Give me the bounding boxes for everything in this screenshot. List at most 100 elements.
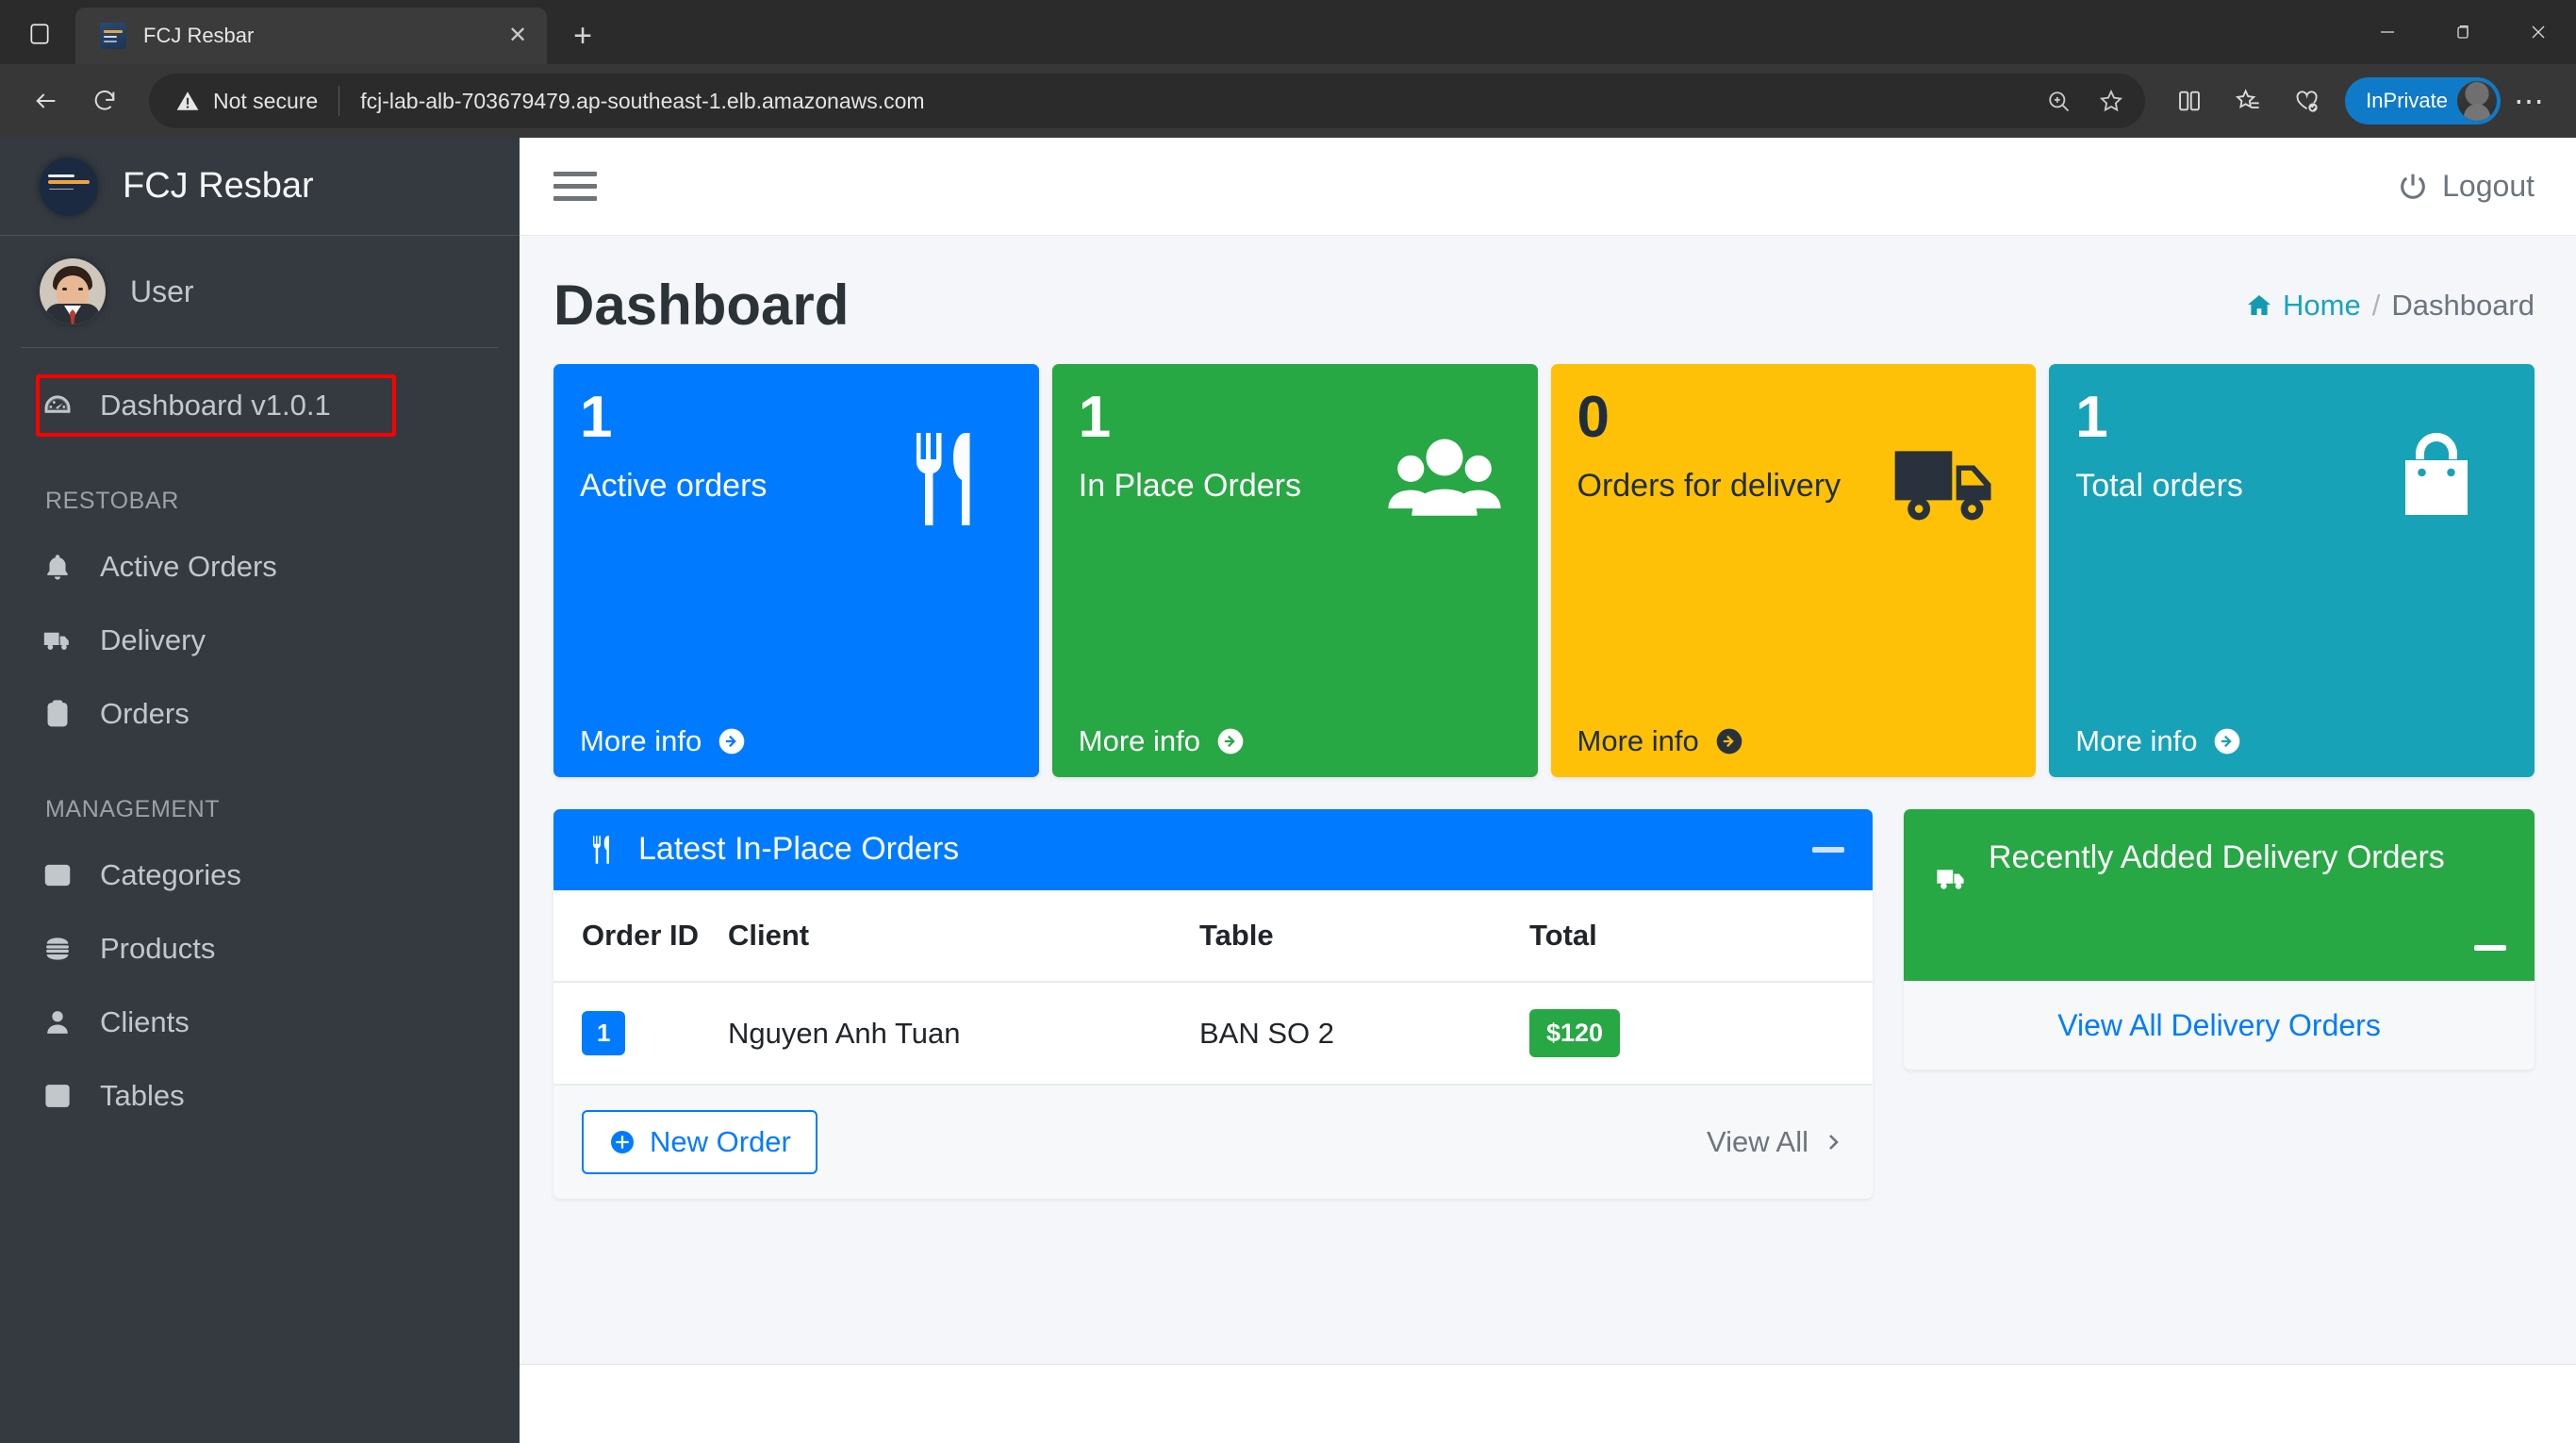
stat-card-total-orders[interactable]: 1 Total orders More info [2049,364,2535,777]
content-area: Dashboard Home / Dashboard 1 Active orde… [520,236,2576,1364]
orders-table: Order ID Client Table Total 1 Nguyen Anh… [553,890,1873,1085]
favorites-icon[interactable] [2219,72,2277,130]
user-icon [40,1006,75,1038]
sidebar-item-label: Clients [100,1005,190,1038]
reload-icon[interactable] [75,72,134,130]
status-badge: 1 [582,1011,626,1055]
sidebar-item-label: Active Orders [100,550,277,583]
panel-title: Latest In-Place Orders [638,831,960,868]
grid-icon [40,1080,75,1112]
breadcrumb-home[interactable]: Home [2245,289,2361,323]
settings-more-icon[interactable]: ⋯ [2501,72,2559,130]
sidebar-section-restobar: RESTOBAR [45,488,179,514]
stat-label: Total orders [2075,468,2243,504]
stat-card-in-place-orders[interactable]: 1 In Place Orders More info [1051,364,1538,777]
arrow-circle-right-icon [718,728,745,755]
view-all-label: View All [1707,1125,1808,1158]
tab-strip: FCJ Resbar ✕ + [0,0,2576,64]
close-icon[interactable]: ✕ [500,18,536,54]
browser-tab[interactable]: FCJ Resbar ✕ [75,8,547,64]
more-info-label: More info [1577,724,1699,757]
brand-title: FCJ Resbar [123,166,314,206]
power-icon [2401,174,2426,199]
cutlery-icon [582,833,621,867]
zoom-icon[interactable] [2034,76,2083,125]
sidebar: FCJ Resbar User Dashboard v1.0.1 RESTOBA… [0,138,520,1443]
sidebar-item-tables[interactable]: Tables [0,1059,520,1133]
sidebar-item-dashboard[interactable]: Dashboard v1.0.1 [0,369,520,442]
inprivate-profile-button[interactable]: InPrivate [2345,77,2501,124]
sidebar-item-active-orders[interactable]: Active Orders [0,530,520,604]
view-all-link[interactable]: View All [1707,1125,1844,1159]
stat-card-active-orders[interactable]: 1 Active orders More info [553,364,1039,777]
split-screen-icon[interactable] [2160,72,2219,130]
stat-value: 1 [1078,385,1112,450]
more-info-label: More info [2075,724,2198,757]
back-icon[interactable] [17,72,75,130]
stat-value: 1 [2075,385,2108,450]
sidebar-item-products[interactable]: Products [0,912,520,986]
sidebar-item-clients[interactable]: Clients [0,986,520,1059]
new-tab-button[interactable]: + [560,13,605,58]
stat-label: In Place Orders [1078,468,1301,504]
latest-inplace-orders-panel: Latest In-Place Orders Order ID Client T… [553,809,1873,1199]
collapse-icon[interactable] [1812,847,1844,853]
home-icon [2248,295,2271,315]
cell-table: BAN SO 2 [1199,982,1529,1085]
stat-label: Active orders [580,468,768,504]
sidebar-item-delivery[interactable]: Delivery [0,604,520,677]
burger-icon [40,933,75,965]
sidebar-item-categories[interactable]: Categories [0,838,520,912]
sidebar-section-management: MANAGEMENT [45,796,221,822]
plus-circle-icon [611,1131,634,1153]
logout-button[interactable]: Logout [2397,169,2535,204]
url-text[interactable]: fcj-lab-alb-703679479.ap-southeast-1.elb… [360,89,2024,114]
breadcrumb: Home / Dashboard [2245,289,2535,323]
close-window-icon[interactable] [2501,0,2576,64]
column-header-table: Table [1199,890,1529,983]
tab-actions-icon[interactable] [13,8,66,60]
cell-total: $120 [1529,982,1873,1085]
more-info-link[interactable]: More info [580,724,1013,758]
cell-order-id: 1 [553,982,728,1085]
brand-header[interactable]: FCJ Resbar [0,138,520,236]
breadcrumb-current: Dashboard [2391,289,2535,322]
more-info-link[interactable]: More info [1079,724,1511,758]
window-controls [2350,0,2576,64]
tab-title: FCJ Resbar [143,24,255,47]
collections-icon[interactable] [2277,72,2336,130]
sidebar-item-label: Products [100,932,216,965]
favorite-star-icon[interactable] [2087,76,2136,125]
sidebar-item-label: Delivery [100,623,206,656]
minimize-icon[interactable] [2350,0,2425,64]
more-info-label: More info [580,724,702,757]
new-order-button[interactable]: New Order [582,1110,817,1174]
panel-footer: View All Delivery Orders [1904,981,2535,1070]
stat-label: Orders for delivery [1577,468,1841,504]
app-topbar: Logout [520,138,2576,236]
sidebar-user[interactable]: User [0,236,520,347]
user-name: User [130,274,194,308]
hamburger-icon[interactable] [553,172,597,201]
stat-card-orders-for-delivery[interactable]: 0 Orders for delivery More info [1550,364,2037,777]
tab-favicon [100,23,126,49]
chevron-right-icon [1829,1135,1839,1150]
panel-title: Recently Added Delivery Orders [1989,839,2445,875]
main-content: Logout Dashboard Home / Dashboard 1 Acti… [520,138,2576,1443]
table-row[interactable]: 1 Nguyen Anh Tuan BAN SO 2 $120 [553,982,1873,1085]
sidebar-item-label: Tables [100,1079,185,1112]
sidebar-item-orders[interactable]: Orders [0,677,520,751]
sidebar-divider [21,347,499,348]
panels-row: Latest In-Place Orders Order ID Client T… [553,809,2535,1199]
stat-cards: 1 Active orders More info 1 In Place Ord… [553,364,2535,777]
security-status: Not secure [213,88,319,113]
more-info-link[interactable]: More info [2075,724,2508,758]
view-all-delivery-orders-link[interactable]: View All Delivery Orders [2057,1008,2381,1043]
logout-label: Logout [2442,169,2535,203]
collapse-icon[interactable] [2474,945,2506,951]
restore-icon[interactable] [2425,0,2501,64]
more-info-link[interactable]: More info [1577,724,2010,758]
page-header: Dashboard Home / Dashboard [553,236,2535,364]
address-bar[interactable]: Not secure fcj-lab-alb-703679479.ap-sout… [149,74,2146,128]
more-info-label: More info [1078,724,1200,757]
